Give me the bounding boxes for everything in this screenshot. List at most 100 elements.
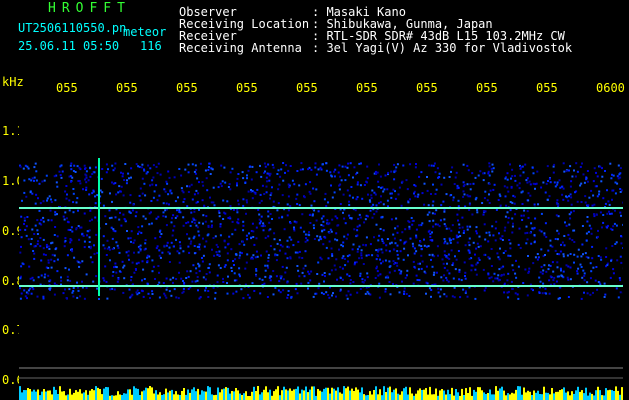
noise-speck <box>527 199 530 202</box>
noise-speck <box>65 185 68 187</box>
noise-speck <box>575 162 578 165</box>
noise-speck <box>611 245 614 247</box>
noise-speck <box>588 196 591 199</box>
noise-speck <box>46 199 48 202</box>
noise-speck <box>71 248 73 251</box>
noise-speck <box>307 168 310 171</box>
noise-speck <box>324 236 327 239</box>
noise-speck <box>119 211 121 214</box>
level-bar <box>163 394 165 400</box>
noise-speck <box>131 209 134 212</box>
level-bar <box>473 389 475 400</box>
noise-speck <box>168 290 171 293</box>
noise-speck <box>394 169 397 172</box>
level-bar <box>109 395 111 400</box>
noise-speck <box>595 213 598 216</box>
noise-speck <box>579 165 582 168</box>
noise-speck <box>266 172 269 175</box>
noise-speck <box>437 176 440 179</box>
noise-speck <box>308 231 310 234</box>
noise-speck <box>33 176 36 179</box>
level-bar <box>311 386 313 400</box>
noise-speck <box>190 240 193 243</box>
noise-speck <box>178 211 181 213</box>
level-bar <box>599 390 601 400</box>
noise-speck <box>241 171 244 174</box>
noise-speck <box>319 235 322 238</box>
level-bar <box>329 393 331 400</box>
level-bar <box>359 392 361 400</box>
noise-speck <box>378 248 381 251</box>
noise-speck <box>417 262 420 265</box>
noise-speck <box>309 279 312 282</box>
noise-speck <box>141 290 144 293</box>
noise-speck <box>103 279 106 282</box>
noise-speck <box>505 204 508 207</box>
noise-speck <box>384 290 387 293</box>
noise-speck <box>508 239 511 241</box>
level-bar <box>431 394 433 400</box>
noise-speck <box>237 203 240 206</box>
level-bar <box>23 390 25 400</box>
noise-speck <box>247 293 250 296</box>
noise-speck <box>536 253 539 255</box>
noise-speck <box>573 229 576 232</box>
noise-speck <box>193 252 196 255</box>
noise-speck <box>144 217 147 220</box>
noise-speck <box>190 183 193 186</box>
noise-speck <box>108 248 111 251</box>
noise-speck <box>433 271 436 274</box>
noise-speck <box>141 163 144 166</box>
noise-speck <box>81 260 84 263</box>
noise-speck <box>229 188 232 191</box>
noise-speck <box>23 216 26 219</box>
noise-speck <box>443 223 446 226</box>
noise-speck <box>268 221 271 224</box>
level-bar <box>67 394 69 400</box>
noise-speck <box>425 292 427 295</box>
noise-speck <box>251 257 254 260</box>
noise-speck <box>295 197 298 200</box>
noise-speck <box>164 215 167 218</box>
level-bar <box>115 395 117 400</box>
noise-speck <box>460 279 463 282</box>
noise-speck <box>512 222 514 225</box>
noise-speck <box>50 258 53 261</box>
noise-speck <box>198 243 201 246</box>
noise-speck <box>328 222 331 225</box>
noise-speck <box>476 242 479 245</box>
noise-speck <box>393 263 396 265</box>
noise-speck <box>553 163 556 166</box>
noise-speck <box>226 259 229 262</box>
noise-speck <box>409 198 411 201</box>
noise-speck <box>138 292 141 294</box>
noise-speck <box>265 250 268 253</box>
noise-speck <box>529 231 532 234</box>
noise-speck <box>298 256 301 259</box>
noise-speck <box>89 245 92 248</box>
noise-speck <box>130 276 133 278</box>
noise-speck <box>314 162 317 165</box>
noise-speck <box>129 296 132 299</box>
noise-speck <box>95 275 98 278</box>
noise-speck <box>108 209 111 212</box>
noise-speck <box>44 254 47 256</box>
noise-speck <box>356 234 359 237</box>
noise-speck <box>313 238 316 240</box>
noise-speck <box>580 182 583 185</box>
noise-speck <box>279 244 282 247</box>
noise-speck <box>346 297 349 300</box>
noise-speck <box>260 199 263 202</box>
noise-speck <box>423 238 425 241</box>
noise-speck <box>301 257 304 259</box>
noise-speck <box>120 171 122 174</box>
noise-speck <box>549 239 552 242</box>
noise-speck <box>597 281 600 283</box>
noise-speck <box>275 275 278 278</box>
noise-speck <box>363 184 366 186</box>
noise-speck <box>395 217 398 220</box>
noise-speck <box>308 214 311 216</box>
noise-speck <box>488 234 491 237</box>
noise-speck <box>388 281 391 283</box>
noise-speck <box>464 275 466 277</box>
